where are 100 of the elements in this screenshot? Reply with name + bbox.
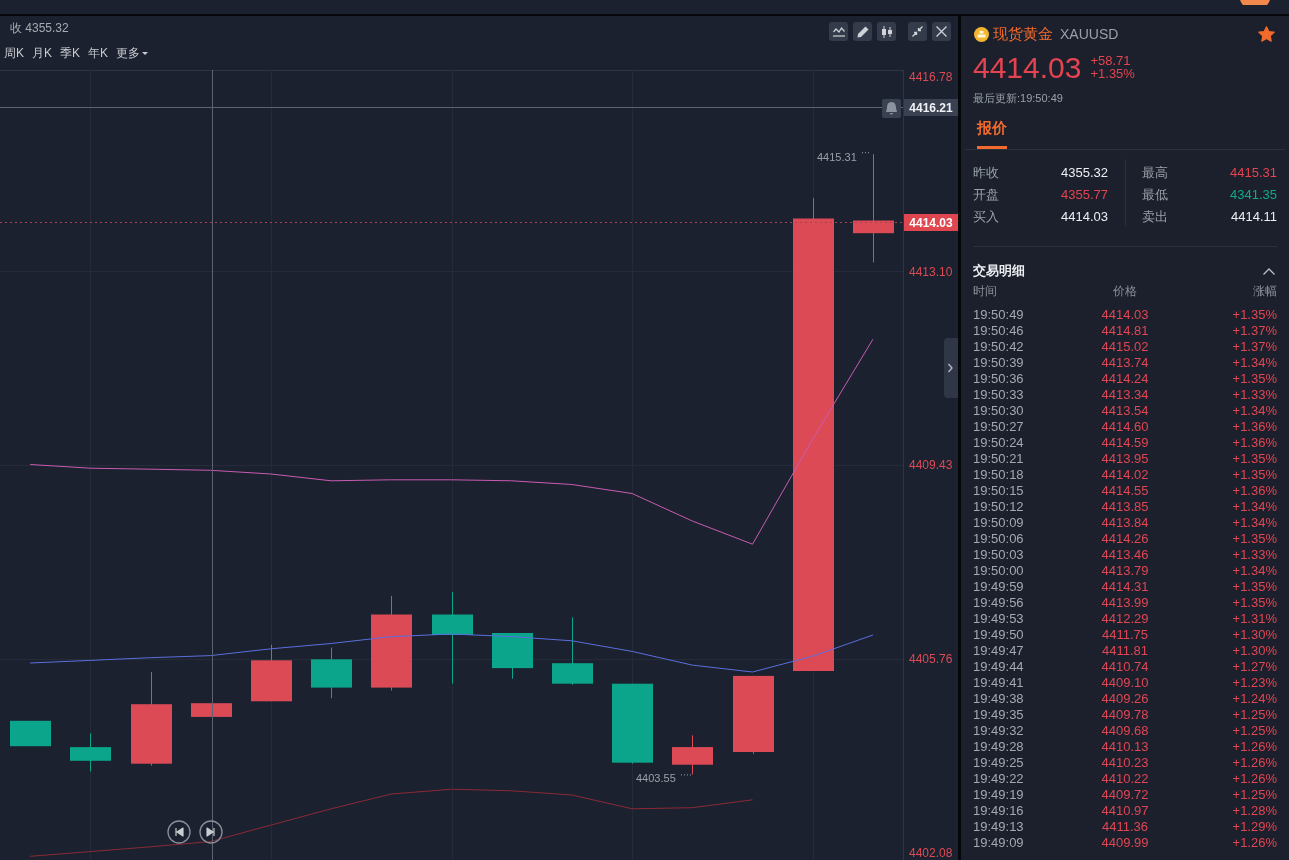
trade-price: 4411.36 [1101,819,1148,835]
price-axis-label: 4409.43 [909,458,953,473]
column-header: 涨幅 [1253,283,1277,299]
trade-time: 19:49:53 [973,611,1024,627]
trade-price: 4414.26 [1101,531,1149,547]
trade-price: 4409.68 [1101,723,1149,739]
instrument-symbol: XAUUSD [1060,25,1119,44]
trade-change: +1.25% [1232,707,1277,723]
trade-time: 19:50:46 [973,323,1024,339]
candlestick [311,647,352,699]
collapse-handle[interactable] [944,338,958,398]
skip-start-icon [175,827,184,837]
close-button[interactable] [932,22,951,41]
zigzag-line-icon [832,26,845,37]
trade-time: 19:49:19 [973,787,1024,803]
trade-details-title: 交易明细 [973,262,1025,280]
trade-price: 4413.54 [1101,403,1149,419]
trade-time: 19:50:21 [973,451,1024,467]
trade-time: 19:50:09 [973,515,1024,531]
stat-label: 最低 [1142,186,1168,204]
period-tab[interactable]: 周K [4,44,24,62]
trade-time: 19:49:44 [973,659,1024,675]
bell-icon[interactable] [882,99,901,118]
period-tab[interactable]: 月K [32,44,53,62]
trade-time: 19:50:15 [973,483,1024,499]
trade-price: 4412.29 [1101,611,1149,627]
trade-price: 4414.02 [1101,467,1149,483]
trade-time: 19:50:39 [973,355,1024,371]
trade-time: 19:50:00 [973,563,1024,579]
trade-price: 4413.79 [1101,563,1149,579]
star-icon[interactable] [1258,26,1275,42]
trade-price: 4413.34 [1101,387,1149,403]
jump-to-start-button[interactable] [167,820,191,844]
trade-time: 19:50:27 [973,419,1024,435]
last-updated-label: 最后更新:19:50:49 [973,92,1064,105]
candlestick [191,703,232,717]
candlestick [672,734,713,775]
candlestick-icon [880,25,893,38]
trade-change: +1.36% [1232,435,1277,451]
period-tab[interactable]: 季K [60,44,81,62]
trade-price: 4409.26 [1101,691,1149,707]
trade-price: 4414.60 [1101,419,1149,435]
trade-price: 4413.74 [1101,355,1149,371]
avatar[interactable] [1240,0,1270,5]
trade-time: 19:50:24 [973,435,1024,451]
last-price: 4414.03 [973,52,1082,84]
trade-time: 19:50:18 [973,467,1024,483]
instrument-name: 现货黄金 [993,24,1053,44]
trade-change: +1.34% [1232,515,1277,531]
more-dropdown[interactable]: 更多 [116,44,149,62]
stat-label: 买入 [973,208,999,226]
trade-change: +1.34% [1232,403,1277,419]
trade-time: 19:50:42 [973,339,1024,355]
price-change: +58.71 [1090,54,1132,67]
period-tab[interactable]: 年K [88,44,109,62]
trade-change: +1.35% [1232,579,1277,595]
trade-price: 4410.13 [1101,739,1149,755]
indicator-button[interactable] [829,22,848,41]
low-price-label: 4403.55 [636,772,676,785]
chart-type-button[interactable] [877,22,896,41]
previous-close-label: 收 4355.32 [10,20,69,36]
trade-price: 4410.23 [1101,755,1149,771]
column-header: 时间 [973,283,997,299]
quote-tab[interactable]: 报价 [977,119,1007,149]
leader-line [680,774,692,776]
trade-change: +1.30% [1232,643,1277,659]
candlestick [70,732,111,772]
trade-price: 4413.95 [1101,451,1149,467]
trade-time: 19:49:13 [973,819,1024,835]
trade-change: +1.33% [1232,387,1277,403]
pencil-icon [856,25,869,38]
stat-label: 开盘 [973,186,999,204]
trade-time: 19:50:33 [973,387,1024,403]
stat-label: 最高 [1142,164,1168,182]
stat-value: 4415.31 [1230,164,1277,182]
stat-value: 4414.11 [1230,208,1277,226]
draw-button[interactable] [853,22,872,41]
trade-change: +1.26% [1232,771,1277,787]
column-header: 价格 [1113,283,1137,299]
chevron-right-icon [947,363,953,373]
percent-change: +1.35% [1090,67,1135,80]
trade-change: +1.35% [1232,467,1277,483]
jump-to-end-button[interactable] [199,820,223,844]
candlestick [552,616,593,686]
trade-time: 19:49:32 [973,723,1024,739]
trade-change: +1.25% [1232,723,1277,739]
trade-change: +1.34% [1232,355,1277,371]
trade-time: 19:49:22 [973,771,1024,787]
stat-label: 昨收 [973,164,999,182]
trade-change: +1.37% [1232,339,1277,355]
trade-price: 4414.24 [1101,371,1149,387]
trade-price: 4414.31 [1101,579,1149,595]
trade-time: 19:49:16 [973,803,1024,819]
candlestick [492,632,533,680]
shrink-button[interactable] [908,22,927,41]
trade-price: 4409.10 [1101,675,1149,691]
trade-price: 4411.75 [1101,627,1148,643]
chevron-up-icon[interactable] [1263,267,1275,275]
trade-price: 4413.99 [1101,595,1149,611]
trade-price: 4410.22 [1101,771,1149,787]
